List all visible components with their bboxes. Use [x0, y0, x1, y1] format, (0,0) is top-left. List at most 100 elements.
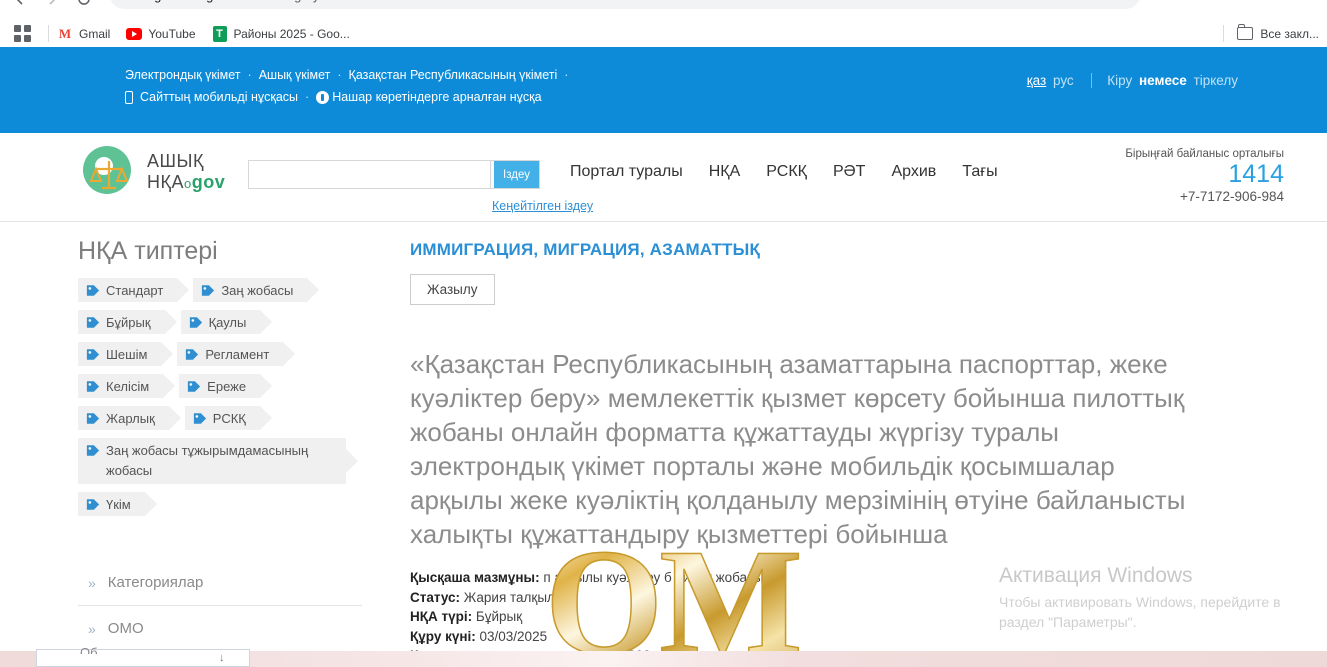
tag-label: РСКҚ — [212, 410, 246, 426]
nav-item-about-portal[interactable]: Портал туралы — [570, 163, 683, 181]
browser-nav-buttons — [12, 0, 92, 14]
sidebar-tag-agreement[interactable]: Келісім — [78, 374, 176, 398]
apps-grid-icon[interactable] — [14, 24, 32, 43]
site-top-bar: Электрондық үкімет · Ашық үкімет · Қазақстан… — [0, 47, 1327, 133]
page-title: ИММИГРАЦИЯ, МИГРАЦИЯ, АЗАМАТТЫҚ — [410, 240, 761, 259]
nav-item-rskk[interactable]: РСКҚ — [766, 163, 807, 181]
back-icon[interactable] — [12, 0, 28, 7]
bottom-input-box[interactable] — [36, 649, 250, 667]
nav-item-nqa[interactable]: НҚА — [709, 163, 741, 181]
auth-divider — [1091, 73, 1093, 88]
browser-chrome: legalacts.egov.kz/list?categoryId=939 — [0, 0, 1327, 47]
windows-activation-title: Активация Windows — [999, 564, 1193, 587]
bookmark-item[interactable]: YouTube — [126, 26, 196, 42]
lang-kaz[interactable]: қаз — [1027, 73, 1046, 88]
meta-label: НҚА түрі: — [410, 609, 473, 624]
gov-links-row1: Электрондық үкімет · Ашық үкімет · Қазақстан… — [125, 68, 569, 82]
gmail-icon: M — [58, 25, 72, 41]
subscribe-button[interactable]: Жазылу — [410, 274, 495, 305]
link-egov[interactable]: Электрондық үкімет — [125, 68, 241, 82]
sidebar-tag-regulation[interactable]: Регламент — [177, 342, 296, 366]
gov-links: Электрондық үкімет · Ашық үкімет · Қазақстан… — [125, 64, 575, 108]
site-logo[interactable]: АШЫҚ НҚАogov — [80, 143, 225, 201]
meta-value: 03/03/2025 — [479, 628, 548, 644]
sidebar-tag-verdict[interactable]: Үкім — [78, 492, 157, 516]
all-bookmarks-entry[interactable]: Все закл... — [1223, 24, 1319, 42]
sidebar-tag-decision[interactable]: Шешім — [78, 342, 174, 366]
sidebar-item-categories[interactable]: » Категориялар — [78, 560, 362, 606]
sidebar-tag-rskk[interactable]: РСКҚ — [184, 406, 272, 430]
site-info-icon[interactable] — [120, 0, 136, 3]
link-mobile-version[interactable]: Сайттың мобильді нұсқасы — [140, 86, 298, 108]
tag-label: Заң жобасы — [221, 282, 294, 298]
sidebar-item-label: ОМО — [107, 620, 144, 637]
logo-dot: o — [184, 175, 192, 191]
tag-icon — [86, 444, 100, 457]
sidebar-item-label: Категориялар — [107, 574, 204, 591]
search-container: Іздеу — [248, 160, 540, 189]
logo-line-1: АШЫҚ — [147, 150, 204, 171]
sidebar-tag-decree[interactable]: Жарлық — [78, 406, 181, 430]
tag-icon — [86, 316, 100, 329]
register-link[interactable]: тіркелу — [1194, 73, 1238, 88]
sidebar-tag-resolution[interactable]: Қаулы — [180, 310, 273, 334]
sidebar: НҚА типтері Стандарт Заң жобасы Бұйрық Қ… — [78, 237, 362, 667]
omnibox-row: legalacts.egov.kz/list?categoryId=939 — [0, 0, 1327, 14]
sidebar-tag-law-concept-draft[interactable]: Заң жобасы тұжырымдамасының жобасы — [78, 438, 346, 484]
document-title: «Қазақстан Республикасының азаматтарына … — [410, 349, 1186, 549]
bookmarks-divider — [48, 25, 49, 42]
address-bar[interactable]: legalacts.egov.kz/list?categoryId=939 — [110, 0, 1140, 9]
all-bookmarks-label: Все закл... — [1260, 26, 1319, 41]
tag-icon — [201, 284, 215, 297]
reload-icon[interactable] — [76, 0, 92, 7]
windows-activation-subtitle: Чтобы активировать Windows, перейдите в … — [999, 594, 1281, 630]
sidebar-tag-standart[interactable]: Стандарт — [78, 278, 190, 302]
tag-label: Регламент — [205, 346, 270, 362]
bookmarks-bar: M Gmail YouTube T Районы 2025 - Goo... В… — [0, 20, 1327, 47]
contact-center-label: Бірыңғай байланыс орталығы — [1125, 148, 1284, 160]
contact-center-number[interactable]: 1414 — [1125, 160, 1284, 189]
sidebar-tag-order[interactable]: Бұйрық — [78, 310, 177, 334]
meta-label: Қысқаша мазмұны: — [410, 570, 540, 585]
google-sheets-icon: T — [212, 25, 228, 42]
meta-label: Статус: — [410, 589, 460, 605]
address-bar-url: legalacts.egov.kz/list?categoryId=939 — [144, 0, 359, 3]
scales-of-justice-logo-icon — [80, 143, 138, 201]
contact-center: Бірыңғай байланыс орталығы 1414 +7-7172-… — [1125, 148, 1284, 204]
search-input[interactable] — [249, 161, 491, 188]
windows-activation-notice: Активация Windows Чтобы активировать Win… — [999, 563, 1319, 632]
tag-label: Стандарт — [106, 282, 164, 298]
bookmark-item[interactable]: T Районы 2025 - Goo... — [212, 25, 350, 42]
tag-label: Ереже — [207, 378, 247, 394]
lang-rus[interactable]: рус — [1053, 73, 1074, 88]
search-button[interactable]: Іздеу — [494, 161, 539, 188]
tag-icon — [86, 412, 100, 425]
login-link[interactable]: Кіру — [1107, 73, 1132, 88]
folder-icon — [1237, 24, 1254, 40]
sidebar-tag-rule[interactable]: Ереже — [179, 374, 273, 398]
bookmark-label: Районы 2025 - Goo... — [233, 26, 350, 41]
tag-label: Жарлық — [106, 410, 155, 426]
nav-item-more[interactable]: Тағы — [962, 163, 997, 181]
forward-icon[interactable] — [44, 0, 60, 7]
meta-value: Бұйрық — [475, 609, 523, 624]
link-government[interactable]: Қазақстан Республикасының үкіметі — [349, 68, 558, 82]
nav-item-archive[interactable]: Архив — [891, 163, 936, 181]
sidebar-tag-law-draft[interactable]: Заң жобасы — [193, 278, 320, 302]
bookmark-item[interactable]: M Gmail — [57, 26, 110, 42]
logo-nqa: НҚА — [147, 171, 184, 192]
sidebar-title: НҚА типтері — [78, 237, 218, 265]
link-open-gov[interactable]: Ашық үкімет — [259, 68, 331, 82]
tag-icon — [86, 348, 100, 361]
contact-center-phone[interactable]: +7-7172-906-984 — [1125, 189, 1284, 204]
bookmarks-divider-right — [1223, 25, 1225, 42]
link-accessible-version[interactable]: Нашар көретіндерге арналған нұсқа — [332, 86, 541, 108]
logo-line-2: НҚАogov — [147, 172, 225, 194]
tag-icon — [193, 412, 207, 425]
gov-links-row2: Сайттың мобильді нұсқасы · Нашар көретінде… — [125, 86, 575, 108]
meta-value: п арқылы куәл деу б пилот жобасы — [543, 570, 764, 585]
advanced-search-link[interactable]: Кеңейтілген іздеу — [492, 199, 593, 213]
nav-item-rat[interactable]: РӘТ — [833, 163, 865, 181]
tag-label: Келісім — [106, 378, 150, 394]
tag-label: Шешім — [106, 346, 148, 362]
